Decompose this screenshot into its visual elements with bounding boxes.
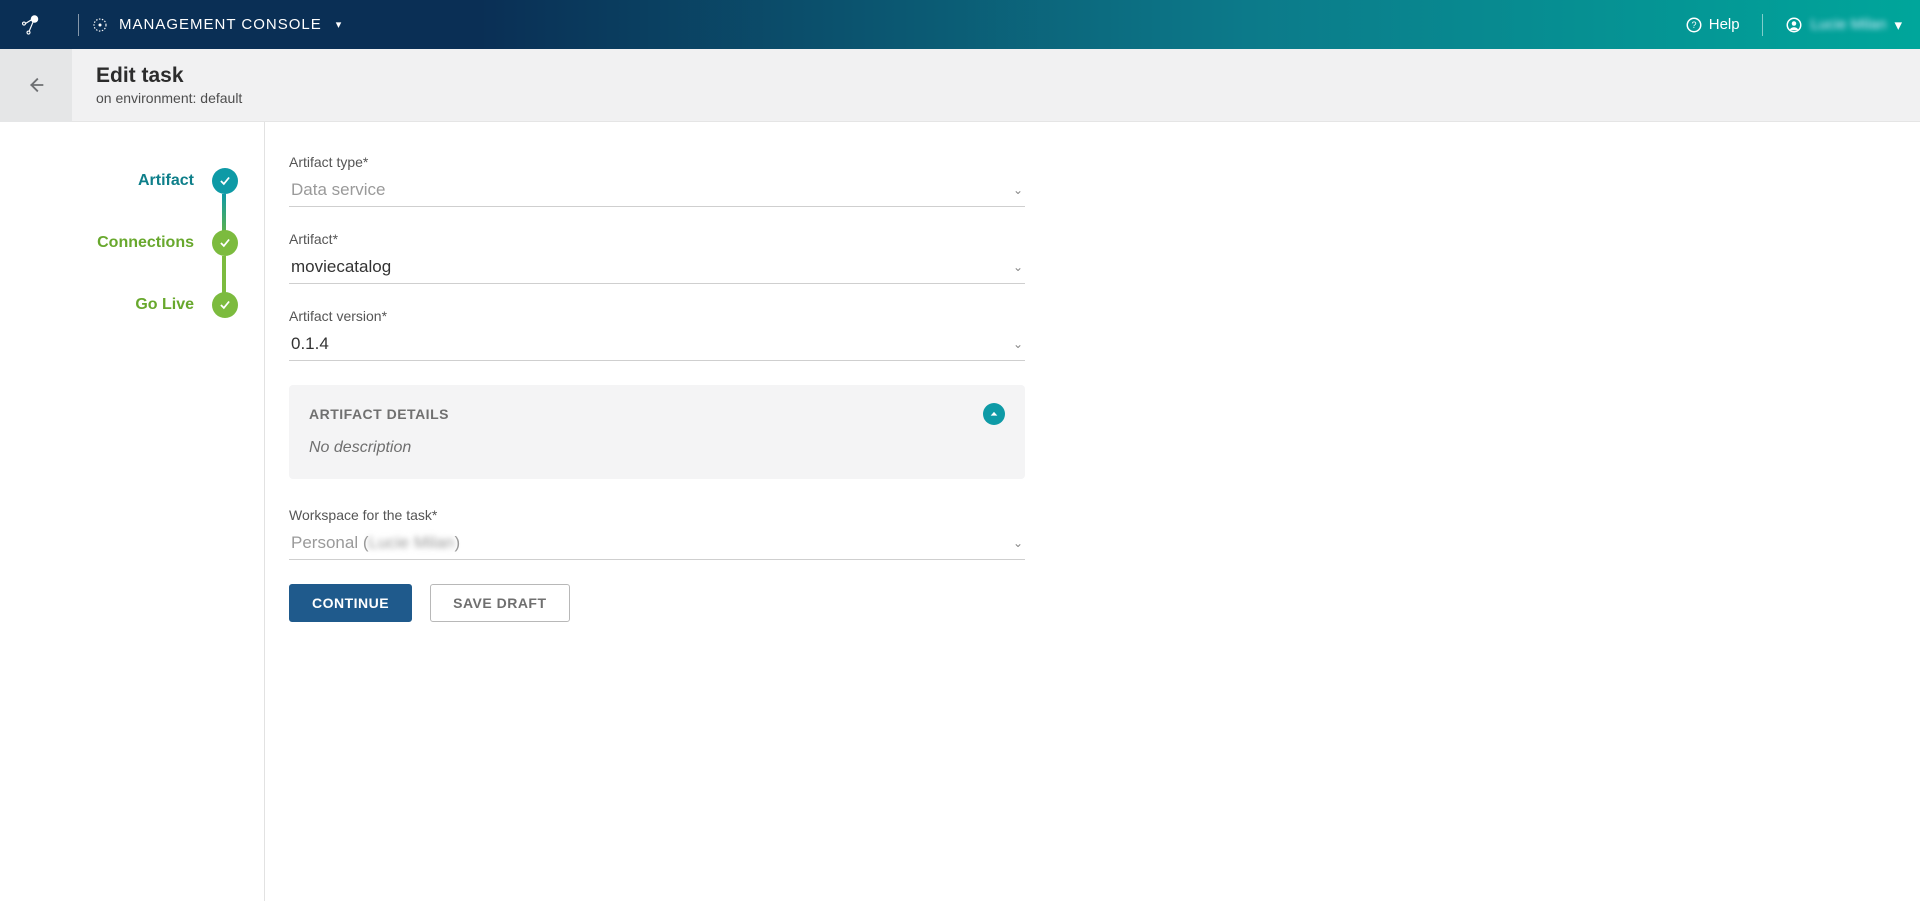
chevron-down-icon: ▾ xyxy=(1894,16,1902,34)
help-label: Help xyxy=(1709,16,1740,33)
artifact-version-select[interactable]: 0.1.4 ⌄ xyxy=(289,330,1025,361)
topbar-divider xyxy=(78,14,79,36)
step-label: Go Live xyxy=(135,296,194,314)
select-value: moviecatalog xyxy=(291,257,391,277)
artifact-type-select[interactable]: Data service ⌄ xyxy=(289,176,1025,207)
subheader: Edit task on environment: default xyxy=(0,49,1920,122)
topbar: MANAGEMENT CONSOLE ▾ ? Help Lucie Milan … xyxy=(0,0,1920,49)
product-logo xyxy=(18,10,48,40)
chevron-down-icon: ⌄ xyxy=(1013,260,1023,274)
user-menu[interactable]: Lucie Milan ▾ xyxy=(1785,16,1902,34)
chevron-down-icon: ⌄ xyxy=(1013,536,1023,550)
continue-button[interactable]: CONTINUE xyxy=(289,584,412,622)
chevron-down-icon: ▾ xyxy=(336,18,343,31)
environment-label: on environment: default xyxy=(96,90,242,106)
collapse-button[interactable] xyxy=(983,403,1005,425)
step-label: Connections xyxy=(97,234,194,252)
step-artifact[interactable]: Artifact xyxy=(0,150,264,212)
target-icon xyxy=(91,16,109,34)
svg-text:?: ? xyxy=(1691,20,1696,30)
topbar-divider xyxy=(1762,14,1763,36)
save-draft-button[interactable]: SAVE DRAFT xyxy=(430,584,569,622)
console-title: MANAGEMENT CONSOLE xyxy=(119,16,322,33)
artifact-type-label: Artifact type* xyxy=(289,154,1025,170)
artifact-details-title: ARTIFACT DETAILS xyxy=(309,406,449,422)
artifact-details-panel: ARTIFACT DETAILS No description xyxy=(289,385,1025,479)
step-golive[interactable]: Go Live xyxy=(0,274,264,336)
back-button[interactable] xyxy=(0,49,72,122)
step-label: Artifact xyxy=(138,172,194,190)
check-icon xyxy=(212,168,238,194)
select-value: Data service xyxy=(291,180,385,200)
arrow-left-icon xyxy=(25,74,47,96)
user-name: Lucie Milan xyxy=(1811,16,1887,33)
wizard-steps: Artifact Connections Go Live xyxy=(0,122,265,901)
select-value: Personal (Lucie Milan) xyxy=(291,533,460,553)
artifact-select[interactable]: moviecatalog ⌄ xyxy=(289,253,1025,284)
select-value: 0.1.4 xyxy=(291,334,329,354)
artifact-details-description: No description xyxy=(309,439,1005,457)
page-title: Edit task xyxy=(96,64,242,88)
console-switcher[interactable]: MANAGEMENT CONSOLE ▾ xyxy=(91,16,342,34)
help-icon: ? xyxy=(1685,16,1703,34)
chevron-down-icon: ⌄ xyxy=(1013,337,1023,351)
workspace-label: Workspace for the task* xyxy=(289,507,1025,523)
artifact-version-label: Artifact version* xyxy=(289,308,1025,324)
artifact-label: Artifact* xyxy=(289,231,1025,247)
chevron-down-icon: ⌄ xyxy=(1013,183,1023,197)
user-icon xyxy=(1785,16,1803,34)
workspace-select[interactable]: Personal (Lucie Milan) ⌄ xyxy=(289,529,1025,560)
check-icon xyxy=(212,292,238,318)
chevron-up-icon xyxy=(989,409,999,419)
help-link[interactable]: ? Help xyxy=(1685,16,1740,34)
artifact-form: Artifact type* Data service ⌄ Artifact* … xyxy=(265,122,1025,901)
check-icon xyxy=(212,230,238,256)
step-connections[interactable]: Connections xyxy=(0,212,264,274)
